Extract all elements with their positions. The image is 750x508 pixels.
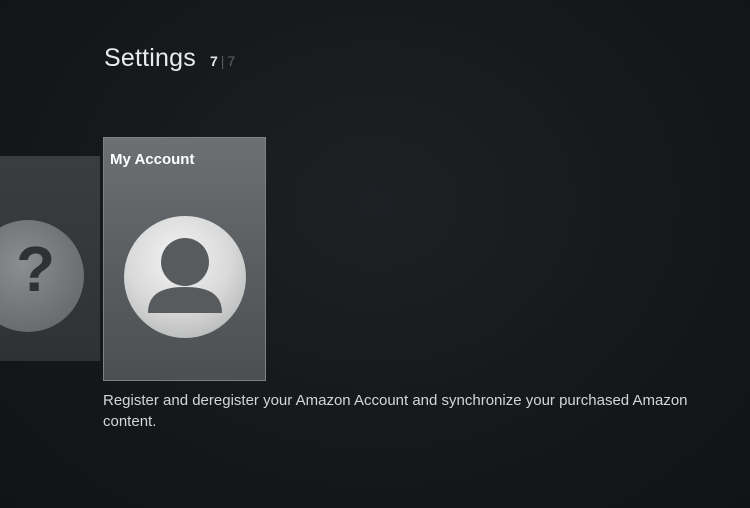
total-count: 7 <box>227 53 236 69</box>
item-position-counter: 7 | 7 <box>210 53 235 69</box>
question-mark-glyph: ? <box>16 233 56 305</box>
current-position: 7 <box>209 53 218 69</box>
help-icon: ? <box>0 220 84 332</box>
position-separator: | <box>220 53 225 69</box>
settings-tile-my-account[interactable]: My Account <box>103 137 266 381</box>
user-avatar-icon <box>124 216 246 338</box>
page-header: Settings 7 | 7 <box>104 44 235 73</box>
tile-label: My Account <box>110 151 195 168</box>
settings-tile-help[interactable]: ? <box>0 156 100 361</box>
page-title: Settings <box>104 44 196 72</box>
setting-description: Register and deregister your Amazon Acco… <box>103 392 688 430</box>
